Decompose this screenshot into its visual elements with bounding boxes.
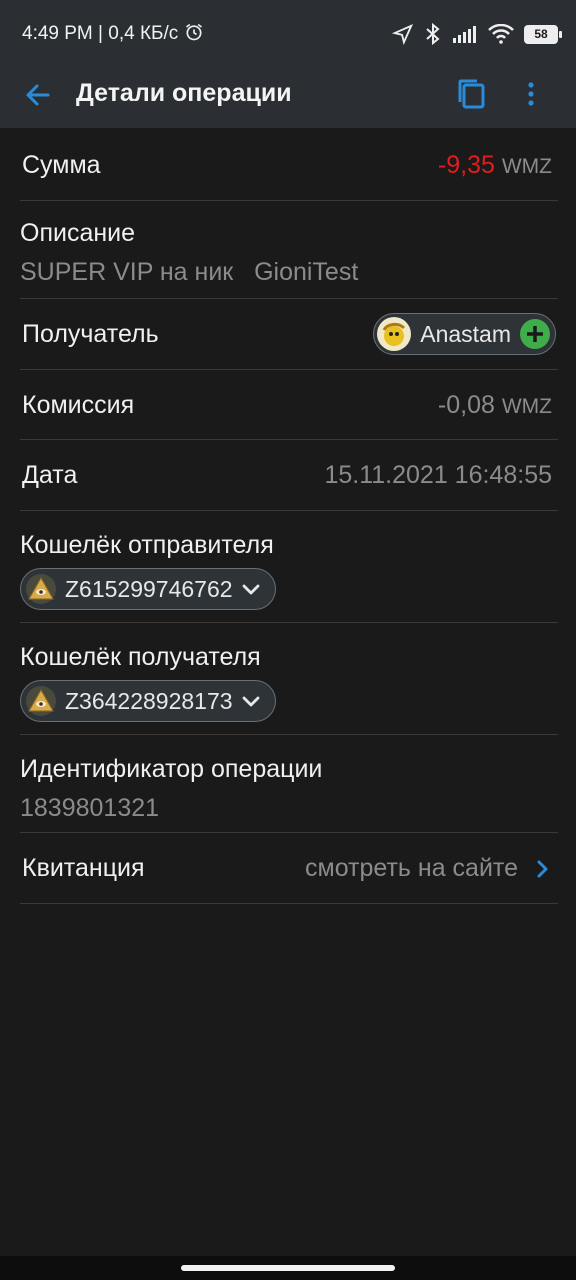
more-vert-icon[interactable]: [516, 76, 546, 112]
navigation-bar: [0, 1256, 576, 1280]
webmoney-wallet-icon: [26, 686, 56, 716]
sender-wallet-row: Кошелёк отправителя Z615299746762: [20, 511, 558, 623]
status-icons: 58: [392, 20, 562, 48]
add-contact-icon[interactable]: [519, 318, 551, 350]
commission-row: Комиссия -0,08 WMZ: [20, 370, 558, 440]
operation-id-value: 1839801321: [20, 794, 160, 822]
recipient-label: Получатель: [22, 320, 159, 348]
app-bar: Детали операции: [0, 62, 576, 128]
sender-wallet-label: Кошелёк отправителя: [20, 531, 274, 559]
date-value: 15.11.2021 16:48:55: [324, 461, 552, 489]
chevron-down-icon: [242, 696, 259, 707]
amount-value: -9,35 WMZ: [438, 151, 552, 180]
operation-id-row: Идентификатор операции 1839801321: [20, 735, 558, 833]
page-title: Детали операции: [76, 79, 292, 107]
sender-wallet-number: Z615299746762: [65, 575, 233, 602]
commission-number: -0,08: [437, 391, 495, 419]
operation-id-label: Идентификатор операции: [20, 755, 323, 783]
amount-number: -9,35: [437, 151, 495, 179]
date-label: Дата: [22, 461, 78, 489]
signal-icon: [453, 26, 476, 43]
back-arrow-icon[interactable]: [22, 79, 54, 111]
amount-unit: WMZ: [501, 155, 552, 178]
webmoney-wallet-icon: [26, 574, 56, 604]
status-time: 4:49 PM | 0,4 КБ/с: [22, 22, 204, 45]
home-indicator[interactable]: [181, 1265, 395, 1271]
recipient-name: Anastam: [420, 320, 511, 347]
description-row: Описание SUPER VIP на ник GioniTest: [20, 201, 558, 299]
battery-icon: 58: [524, 24, 562, 44]
copy-icon[interactable]: [454, 76, 490, 112]
commission-label: Комиссия: [22, 391, 135, 419]
receipt-link[interactable]: смотреть на сайте: [305, 854, 550, 883]
amount-row: Сумма -9,35 WMZ: [20, 128, 558, 201]
recipient-wallet-chip[interactable]: Z364228928173: [20, 680, 276, 722]
date-row: Дата 15.11.2021 16:48:55: [20, 440, 558, 511]
status-bar: 4:49 PM | 0,4 КБ/с 58: [0, 0, 576, 62]
receipt-label: Квитанция: [22, 854, 145, 882]
chevron-down-icon: [242, 584, 259, 595]
description-label: Описание: [20, 219, 136, 247]
recipient-wallet-label: Кошелёк получателя: [20, 643, 261, 671]
wifi-icon: [488, 24, 514, 44]
chevron-right-icon: [537, 860, 548, 877]
alarm-icon: [185, 23, 202, 41]
receipt-link-text: смотреть на сайте: [305, 854, 518, 882]
recipient-wallet-number: Z364228928173: [65, 687, 233, 714]
amount-label: Сумма: [22, 151, 101, 179]
commission-value: -0,08 WMZ: [438, 391, 552, 420]
avatar: [377, 317, 412, 351]
receipt-row[interactable]: Квитанция смотреть на сайте: [20, 833, 558, 904]
recipient-chip[interactable]: Anastam: [373, 313, 556, 355]
commission-unit: WMZ: [501, 395, 552, 418]
location-icon: [392, 23, 414, 45]
recipient-wallet-row: Кошелёк получателя Z364228928173: [20, 623, 558, 735]
bluetooth-icon: [426, 22, 440, 46]
recipient-row: Получатель Anastam: [20, 299, 558, 370]
sender-wallet-chip[interactable]: Z615299746762: [20, 568, 276, 610]
description-value: SUPER VIP на ник GioniTest: [20, 258, 359, 286]
